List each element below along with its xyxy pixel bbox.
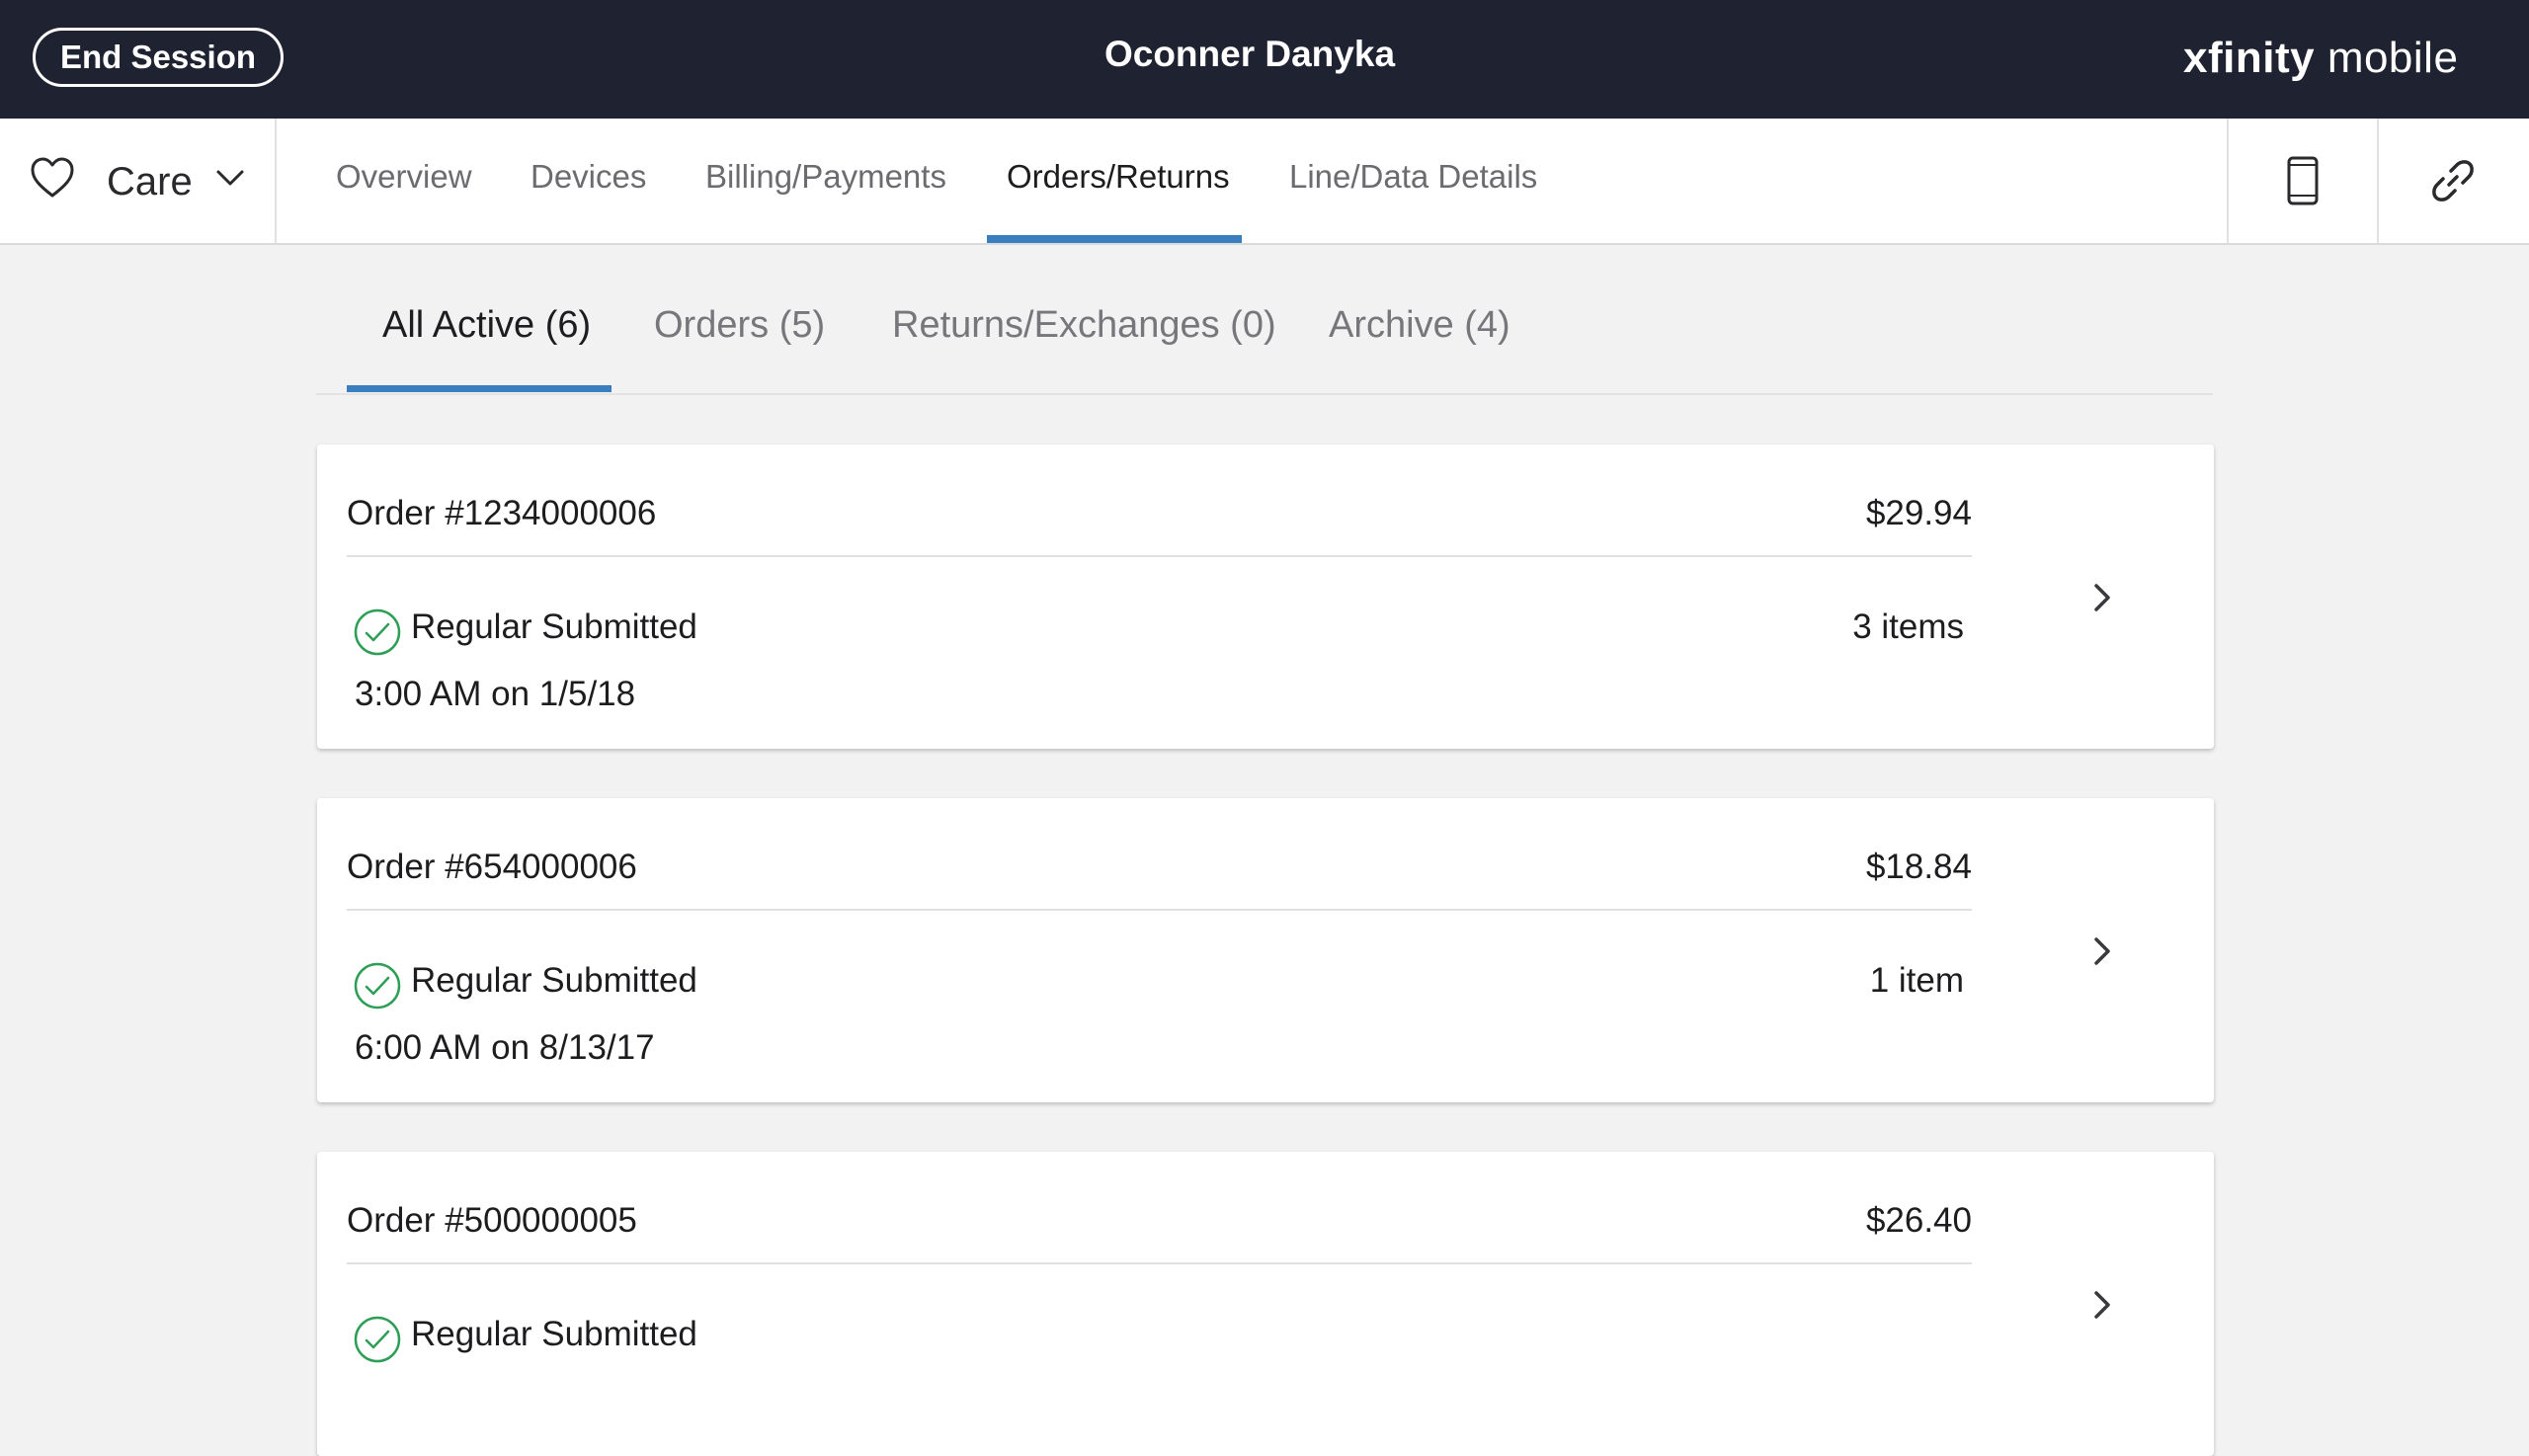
order-card[interactable]: Order #500000005 $26.40 Regular Submitte… — [317, 1152, 2214, 1456]
link-button[interactable] — [2377, 119, 2527, 243]
card-divider — [347, 909, 1972, 911]
order-filter-tabs: All Active (6) Orders (5) Returns/Exchan… — [316, 245, 2213, 395]
order-amount: $29.94 — [1865, 494, 1972, 532]
tab-overview[interactable]: Overview — [336, 158, 472, 196]
customer-name: Oconner Danyka — [1103, 34, 1396, 74]
order-datetime: 3:00 AM on 1/5/18 — [355, 675, 636, 713]
order-card[interactable]: Order #654000006 $18.84 Regular Submitte… — [317, 798, 2214, 1102]
main-nav: Care Overview Devices Billing/Payments O… — [0, 119, 2529, 245]
order-number: Order #1234000006 — [347, 494, 657, 532]
care-dropdown[interactable]: Care — [0, 119, 277, 243]
chevron-down-icon — [215, 168, 245, 193]
phone-icon — [2287, 156, 2319, 205]
top-header-bar: End Session Oconner Danyka xfinity mobil… — [0, 0, 2529, 119]
care-label: Care — [107, 160, 193, 203]
card-divider — [347, 555, 1972, 557]
heart-icon — [30, 156, 75, 204]
subtab-all-active[interactable]: All Active (6) — [382, 304, 591, 347]
xfinity-mobile-logo: xfinity mobile — [2183, 34, 2458, 83]
chevron-right-icon[interactable] — [2091, 934, 2115, 973]
check-circle-icon — [353, 607, 402, 662]
phone-button[interactable] — [2227, 119, 2377, 243]
order-status: Regular Submitted — [411, 1315, 697, 1353]
check-circle-icon — [353, 961, 402, 1015]
link-icon — [2432, 160, 2474, 202]
order-number: Order #500000005 — [347, 1201, 637, 1240]
active-tab-indicator — [987, 235, 1242, 243]
check-circle-icon — [353, 1315, 402, 1369]
logo-text-mobile: mobile — [2326, 34, 2459, 82]
subtab-returns-exchanges[interactable]: Returns/Exchanges (0) — [892, 304, 1276, 347]
tab-devices[interactable]: Devices — [530, 158, 646, 196]
order-amount: $18.84 — [1865, 848, 1972, 886]
active-subtab-indicator — [347, 385, 612, 392]
order-number: Order #654000006 — [347, 848, 637, 886]
tab-orders-returns[interactable]: Orders/Returns — [1007, 158, 1230, 196]
card-divider — [347, 1262, 1972, 1264]
tab-billing-payments[interactable]: Billing/Payments — [705, 158, 946, 196]
order-card[interactable]: Order #1234000006 $29.94 Regular Submitt… — [317, 445, 2214, 749]
subtab-archive[interactable]: Archive (4) — [1329, 304, 1510, 347]
chevron-right-icon[interactable] — [2091, 1288, 2115, 1327]
subtab-orders[interactable]: Orders (5) — [654, 304, 825, 347]
order-datetime: 6:00 AM on 8/13/17 — [355, 1028, 655, 1067]
order-item-count: 1 item — [1869, 961, 1964, 1000]
order-status: Regular Submitted — [411, 961, 697, 1000]
logo-text-xfinity: xfinity — [2183, 34, 2316, 82]
order-amount: $26.40 — [1865, 1201, 1972, 1240]
chevron-right-icon[interactable] — [2091, 581, 2115, 619]
order-status: Regular Submitted — [411, 607, 697, 646]
tab-line-data-details[interactable]: Line/Data Details — [1289, 158, 1537, 196]
order-item-count: 3 items — [1852, 607, 1964, 646]
